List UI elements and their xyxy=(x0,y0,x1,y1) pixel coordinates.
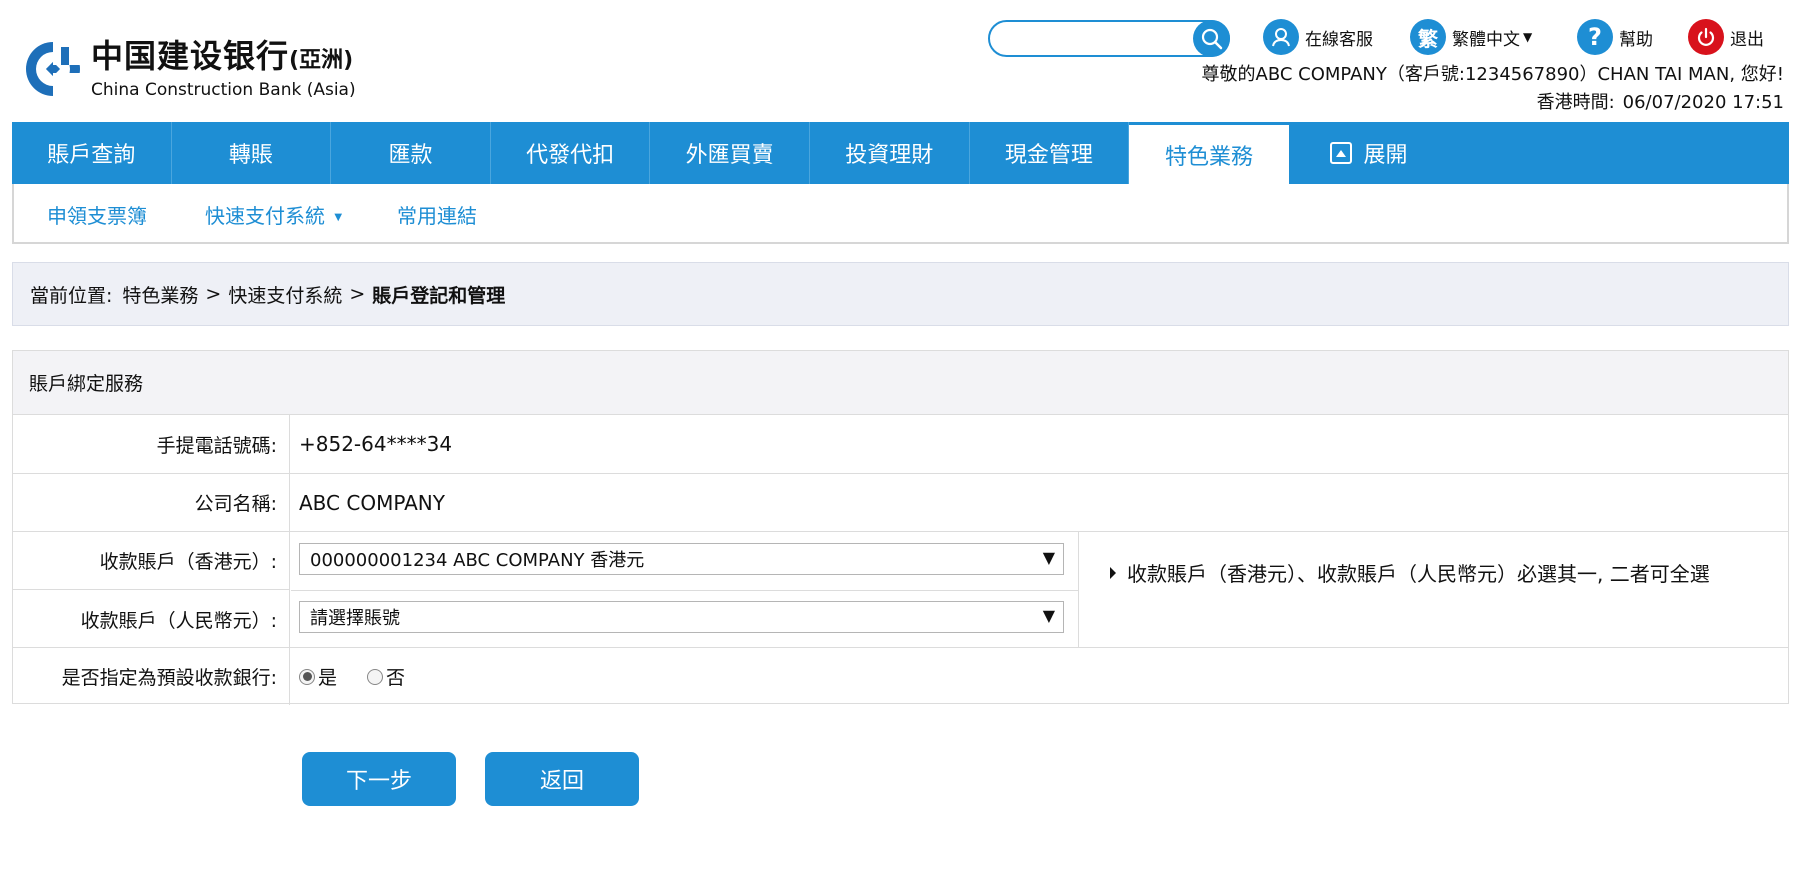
ccb-logo-icon xyxy=(26,41,81,97)
account-binding-form: 賬戶綁定服務 手提電話號碼: +852-64****34 公司名稱: ABC C… xyxy=(12,350,1789,705)
mobile-row: 手提電話號碼: +852-64****34 xyxy=(13,415,1788,474)
search-icon xyxy=(1201,28,1222,49)
help-link[interactable]: ? 幫助 xyxy=(1577,19,1653,55)
radio-yes[interactable]: 是 xyxy=(299,663,337,690)
row-divider xyxy=(291,590,1078,591)
back-button[interactable]: 返回 xyxy=(485,752,639,806)
dropdown-arrow-icon: ▼ xyxy=(1042,606,1055,625)
hk-time-label: 香港時間: xyxy=(1536,92,1615,113)
triangle-bullet-icon xyxy=(1110,567,1116,579)
main-nav: 賬戶查詢 轉賬 匯款 代發代扣 外匯買賣 投資理財 現金管理 特色業務 展開 xyxy=(12,122,1789,184)
rmb-account-select[interactable]: 請選擇賬號 ▼ xyxy=(299,601,1064,633)
company-label: 公司名稱: xyxy=(13,474,290,531)
subnav-fps[interactable]: 快速支付系統 ▼ xyxy=(205,200,342,229)
next-button[interactable]: 下一步 xyxy=(302,752,456,806)
power-icon xyxy=(1688,19,1724,55)
hk-time: 香港時間: 06/07/2020 17:51 xyxy=(1537,88,1784,114)
language-label: 繁體中文 xyxy=(1452,29,1520,50)
company-row: 公司名稱: ABC COMPANY xyxy=(13,474,1788,532)
help-label: 幫助 xyxy=(1619,29,1653,50)
radio-no-label: 否 xyxy=(386,667,406,689)
customer-service-icon xyxy=(1263,19,1299,55)
search-box xyxy=(988,20,1230,57)
hkd-account-select[interactable]: 000000001234 ABC COMPANY 香港元 ▼ xyxy=(299,543,1064,575)
nav-investment[interactable]: 投資理財 xyxy=(810,122,970,184)
default-bank-radio-group: 是 否 xyxy=(299,648,435,705)
subnav-fps-label: 快速支付系統 xyxy=(205,204,325,228)
online-service-link[interactable]: 在線客服 xyxy=(1263,19,1373,55)
language-switch[interactable]: 繁 繁體中文 ▼ xyxy=(1410,19,1532,55)
help-icon: ? xyxy=(1577,19,1613,55)
bank-name-en: China Construction Bank (Asia) xyxy=(91,80,356,100)
search-input[interactable] xyxy=(1000,27,1180,51)
subnav-common-links[interactable]: 常用連結 xyxy=(397,200,477,229)
note-cell: 收款賬戶（香港元）、收款賬戶（人民幣元）必選其一, 二者可全選 xyxy=(1078,532,1788,647)
logout-label: 退出 xyxy=(1730,29,1764,50)
hkd-account-value: 000000001234 ABC COMPANY 香港元 xyxy=(310,550,645,571)
nav-special-services[interactable]: 特色業務 xyxy=(1129,122,1289,184)
bank-name-cn: 中国建设银行(亞洲) xyxy=(91,37,354,75)
radio-yes-label: 是 xyxy=(318,667,338,689)
subnav-cheque-book[interactable]: 申領支票簿 xyxy=(47,200,147,229)
default-bank-row: 是否指定為預設收款銀行: 是 否 xyxy=(13,648,1788,705)
bank-logo[interactable]: 中国建设银行(亞洲) China Construction Bank (Asia… xyxy=(25,38,356,100)
nav-payroll[interactable]: 代發代扣 xyxy=(491,122,651,184)
radio-no[interactable]: 否 xyxy=(367,663,405,690)
logout-link[interactable]: 退出 xyxy=(1688,19,1764,55)
breadcrumb-separator: > xyxy=(205,283,222,305)
receiving-accounts-block: 收款賬戶（香港元）: 收款賬戶（人民幣元）: 000000001234 ABC … xyxy=(13,532,1788,648)
mobile-value: +852-64****34 xyxy=(299,432,453,456)
company-value: ABC COMPANY xyxy=(299,490,445,515)
form-title: 賬戶綁定服務 xyxy=(13,351,1788,415)
nav-expand-label: 展開 xyxy=(1363,143,1408,168)
breadcrumb-item[interactable]: 快速支付系統 xyxy=(228,281,342,308)
breadcrumb-current: 賬戶登記和管理 xyxy=(372,284,506,307)
sub-nav: 申領支票簿 快速支付系統 ▼ 常用連結 xyxy=(12,184,1789,244)
chevron-down-icon: ▼ xyxy=(334,212,343,223)
search-button[interactable] xyxy=(1193,20,1230,57)
breadcrumb-separator: > xyxy=(349,283,366,305)
breadcrumb: 當前位置: 特色業務 > 快速支付系統 > 賬戶登記和管理 xyxy=(12,262,1789,326)
nav-account-inquiry[interactable]: 賬戶查詢 xyxy=(12,122,172,184)
breadcrumb-item[interactable]: 特色業務 xyxy=(122,281,198,308)
nav-expand-button[interactable]: 展開 xyxy=(1289,122,1449,184)
radio-checked-icon xyxy=(299,668,315,685)
rmb-account-value: 請選擇賬號 xyxy=(310,608,400,629)
expand-icon xyxy=(1329,142,1352,164)
rmb-account-label: 收款賬戶（人民幣元）: xyxy=(13,590,290,648)
nav-transfer[interactable]: 轉賬 xyxy=(172,122,332,184)
breadcrumb-prefix: 當前位置: xyxy=(30,284,113,307)
dropdown-arrow-icon: ▼ xyxy=(1042,548,1055,567)
default-bank-label: 是否指定為預設收款銀行: xyxy=(13,648,290,705)
account-selection-note: 收款賬戶（香港元）、收款賬戶（人民幣元）必選其一, 二者可全選 xyxy=(1110,559,1727,589)
nav-cash-management[interactable]: 現金管理 xyxy=(970,122,1130,184)
hk-time-value: 06/07/2020 17:51 xyxy=(1622,92,1784,113)
hkd-account-label: 收款賬戶（香港元）: xyxy=(13,532,290,590)
nav-remittance[interactable]: 匯款 xyxy=(331,122,491,184)
caret-down-icon: ▼ xyxy=(1523,30,1533,44)
header: 中国建设银行(亞洲) China Construction Bank (Asia… xyxy=(0,0,1800,122)
language-icon: 繁 xyxy=(1410,19,1446,55)
mobile-label: 手提電話號碼: xyxy=(13,415,290,473)
radio-unchecked-icon xyxy=(367,668,384,685)
nav-forex[interactable]: 外匯買賣 xyxy=(650,122,810,184)
online-service-label: 在線客服 xyxy=(1305,29,1373,50)
greeting-text: 尊敬的ABC COMPANY（客戶號:1234567890）CHAN TAI M… xyxy=(1201,64,1784,85)
